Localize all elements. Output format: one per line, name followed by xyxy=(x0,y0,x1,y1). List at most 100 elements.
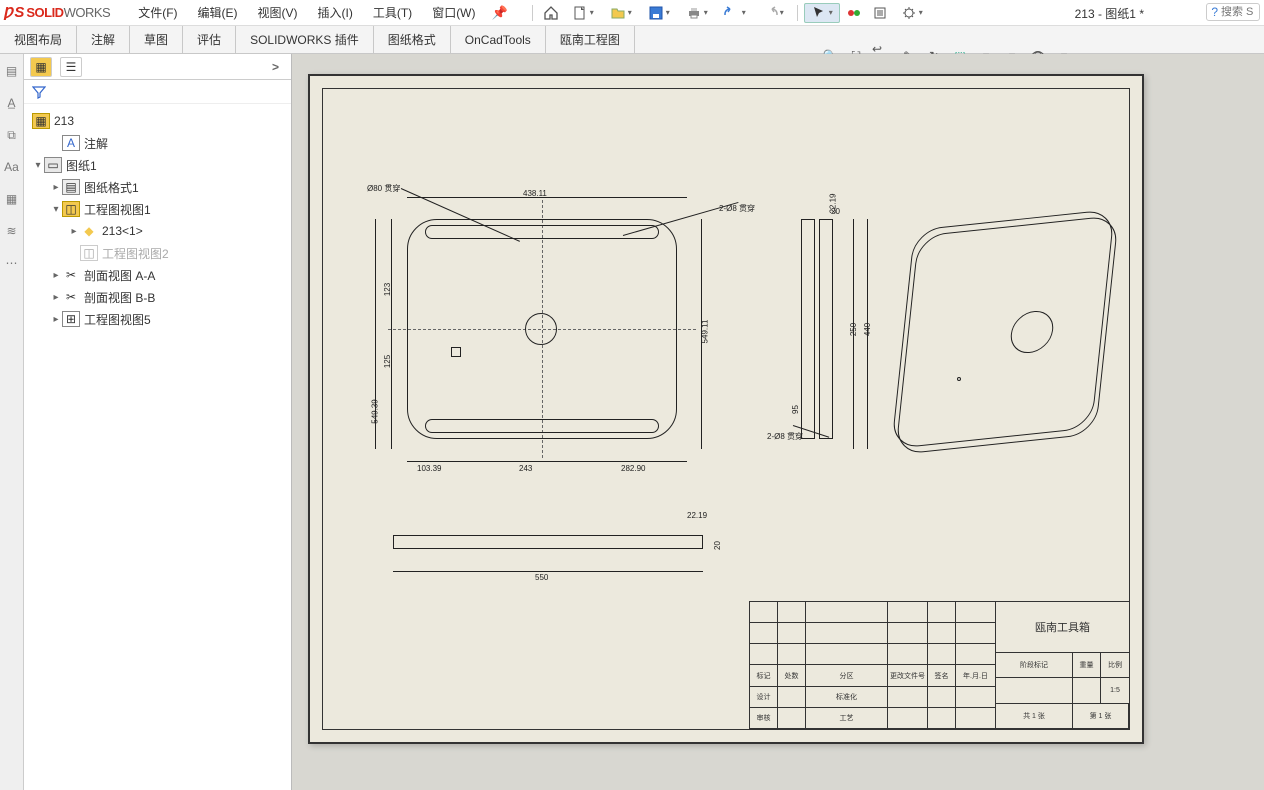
tree-section-aa-label: 剖面视图 A-A xyxy=(84,267,155,284)
save-button[interactable] xyxy=(641,3,677,23)
dim-bot1: 103.39 xyxy=(417,464,441,473)
dim-line xyxy=(407,461,687,462)
tab-evaluate[interactable]: 评估 xyxy=(183,26,236,53)
tab-sketch[interactable]: 草图 xyxy=(130,26,183,53)
title-block-right: 瓯南工具箱 阶段标记 重量 比例 1:5 共 1 张 第 1 张 xyxy=(996,602,1129,729)
dim-line xyxy=(407,197,687,198)
tree-filter-row[interactable] xyxy=(24,80,291,104)
ribbon-tabs: 视图布局 注解 草图 评估 SOLIDWORKS 插件 图纸格式 OnCadTo… xyxy=(0,26,1264,54)
side-rect2 xyxy=(819,219,833,439)
tb-row-design: 设计 xyxy=(750,687,778,708)
multiview-icon: ⊞ xyxy=(62,311,80,327)
tb-row-proc: 工艺 xyxy=(806,708,888,729)
logo-text-light: WORKS xyxy=(64,5,111,20)
tree-collapse-icon[interactable]: > xyxy=(272,60,285,74)
tab-annotation[interactable]: 注解 xyxy=(77,26,130,53)
feature-tree[interactable]: ▦ 213 A 注解 ▾ ▭ 图纸1 ▸ ▤ 图纸格式1 ▾ ◫ 工程图视图1 xyxy=(24,104,291,790)
menu-insert[interactable]: 插入(I) xyxy=(308,4,363,21)
expand-icon[interactable]: ▸ xyxy=(50,270,62,281)
tree-view2[interactable]: ◫ 工程图视图2 xyxy=(28,242,287,264)
select-button[interactable] xyxy=(804,3,840,23)
tb-scale: 比例 xyxy=(1101,653,1129,678)
isometric-view[interactable] xyxy=(893,199,1113,459)
drawing-sheet: Ø80 贯穿 438.11 2-Ø8 贯穿 549.11 123 125 549… xyxy=(308,74,1144,744)
logo-icon: ǷS xyxy=(4,4,24,21)
pin-icon[interactable]: 📌 xyxy=(492,5,508,21)
iso-body-edge xyxy=(895,215,1119,455)
collapse-icon[interactable]: ▾ xyxy=(50,204,62,215)
quick-access-toolbar xyxy=(528,3,930,23)
funnel-icon xyxy=(32,85,46,99)
expand-icon[interactable]: ▸ xyxy=(50,314,62,325)
rail-file-explorer-icon[interactable]: A̲ xyxy=(3,94,21,112)
tree-tab-bar: ▦ ☰ > xyxy=(24,54,291,80)
tree-tab-property[interactable]: ☰ xyxy=(60,57,82,77)
side-view[interactable] xyxy=(795,209,845,449)
drawing-canvas[interactable]: Ø80 贯穿 438.11 2-Ø8 贯穿 549.11 123 125 549… xyxy=(292,54,1264,790)
slot-top xyxy=(425,225,659,239)
tree-root-label: 213 xyxy=(54,114,74,128)
menu-edit[interactable]: 编辑(E) xyxy=(188,4,248,21)
tree-tab-feature[interactable]: ▦ xyxy=(30,57,52,77)
tab-sheet-format[interactable]: 图纸格式 xyxy=(374,26,451,53)
rail-design-library-icon[interactable]: ▤ xyxy=(3,62,21,80)
tb-hdr-mark: 标记 xyxy=(750,665,778,686)
tree-view1[interactable]: ▾ ◫ 工程图视图1 xyxy=(28,198,287,220)
tree-view5[interactable]: ▸ ⊞ 工程图视图5 xyxy=(28,308,287,330)
rail-appearances-icon[interactable]: Aa xyxy=(3,158,21,176)
tree-section-aa[interactable]: ▸ ✂ 剖面视图 A-A xyxy=(28,264,287,286)
tab-view-layout[interactable]: 视图布局 xyxy=(0,26,77,53)
tree-sheet[interactable]: ▾ ▭ 图纸1 xyxy=(28,154,287,176)
rail-view-palette-icon[interactable]: ⧉ xyxy=(3,126,21,144)
tree-part-ref[interactable]: ▸ ◆ 213<1> xyxy=(28,220,287,242)
bottom-view[interactable] xyxy=(383,517,713,567)
tab-addins[interactable]: SOLIDWORKS 插件 xyxy=(236,26,374,53)
search-input[interactable] xyxy=(1221,6,1255,18)
search-box[interactable]: ? xyxy=(1206,3,1260,21)
menu-view[interactable]: 视图(V) xyxy=(248,4,308,21)
dim-bview-h: 20 xyxy=(713,541,722,550)
tb-row-std: 标准化 xyxy=(806,687,888,708)
dim-side-note: 2-Ø8 贯穿 xyxy=(767,431,803,442)
dim-side-gap: 20 xyxy=(831,207,840,216)
home-button[interactable] xyxy=(539,3,563,23)
title-block: 标记 处数 分区 更改文件号 签名 年.月.日 设计标准化 审核工艺 瓯南工具箱… xyxy=(749,601,1129,729)
collapse-icon[interactable]: ▾ xyxy=(32,160,44,171)
expand-icon[interactable]: ▸ xyxy=(50,292,62,303)
feature-tree-panel: ▦ ☰ > ▦ 213 A 注解 ▾ ▭ 图纸1 ▸ ▤ xyxy=(24,54,292,790)
center-hole xyxy=(525,313,557,345)
tree-part-label: 213<1> xyxy=(102,224,143,238)
tree-annotations[interactable]: A 注解 xyxy=(28,132,287,154)
tree-root[interactable]: ▦ 213 xyxy=(28,110,287,132)
traffic-light-icon[interactable] xyxy=(842,3,866,23)
tree-section-bb[interactable]: ▸ ✂ 剖面视图 B-B xyxy=(28,286,287,308)
menu-tools[interactable]: 工具(T) xyxy=(363,4,422,21)
print-button[interactable] xyxy=(679,3,715,23)
tb-hdr-zone: 处数 xyxy=(778,665,806,686)
menu-file[interactable]: 文件(F) xyxy=(128,4,187,21)
rail-forum-icon[interactable]: ≋ xyxy=(3,222,21,240)
tab-oncadtools[interactable]: OnCadTools xyxy=(451,26,546,53)
redo-button[interactable] xyxy=(755,3,791,23)
bottom-bar xyxy=(393,535,703,549)
menu-window[interactable]: 窗口(W) xyxy=(422,4,485,21)
slot-bottom xyxy=(425,419,659,433)
help-icon: ? xyxy=(1211,5,1218,19)
tree-annotations-label: 注解 xyxy=(84,135,108,152)
front-view[interactable] xyxy=(397,209,687,449)
tab-ounan[interactable]: 瓯南工程图 xyxy=(546,26,635,53)
rail-more-icon[interactable]: ⋯ xyxy=(3,254,21,272)
open-button[interactable] xyxy=(603,3,639,23)
expand-icon[interactable]: ▸ xyxy=(68,226,80,237)
small-feature xyxy=(451,347,461,357)
expand-icon[interactable]: ▸ xyxy=(50,182,62,193)
undo-button[interactable] xyxy=(717,3,753,23)
rebuild-button[interactable] xyxy=(868,3,892,23)
tree-sheet-label: 图纸1 xyxy=(66,157,97,174)
tree-sheet-format[interactable]: ▸ ▤ 图纸格式1 xyxy=(28,176,287,198)
new-button[interactable] xyxy=(565,3,601,23)
options-button[interactable] xyxy=(894,3,930,23)
tree-view1-label: 工程图视图1 xyxy=(84,201,151,218)
rail-custom-props-icon[interactable]: ▦ xyxy=(3,190,21,208)
tb-hdr-date: 年.月.日 xyxy=(956,665,996,686)
